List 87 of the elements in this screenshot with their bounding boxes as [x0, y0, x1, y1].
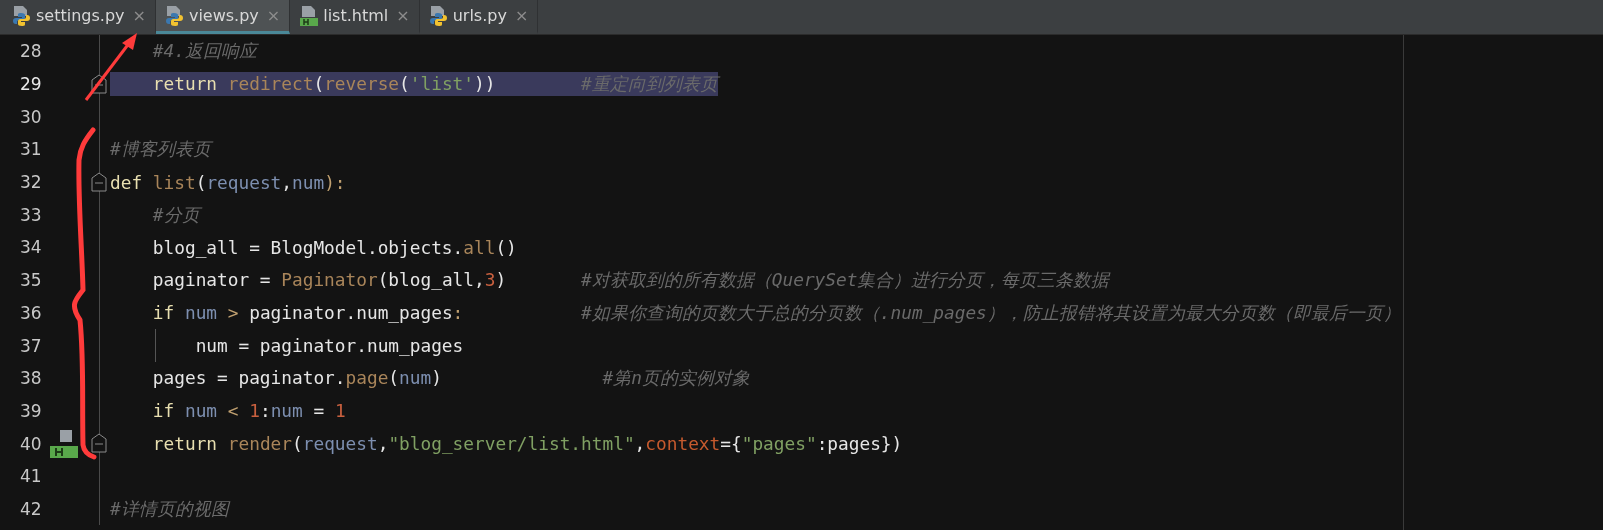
- function-name: redirect: [227, 73, 314, 95]
- annotation-arrow: [84, 33, 137, 101]
- file-tab[interactable]: urls.py ×: [419, 0, 539, 34]
- code-text: blog_all = BlogModel.objects.: [151, 236, 464, 258]
- keyword: if: [151, 400, 176, 422]
- number-literal: 3: [484, 269, 496, 291]
- code-text: ,: [634, 433, 646, 455]
- line-number: 42: [19, 498, 43, 519]
- line-number: 34: [19, 237, 43, 258]
- python-file-icon: [428, 4, 449, 27]
- operator: ):: [324, 171, 346, 193]
- line-number: 33: [19, 204, 43, 225]
- code-text: ,: [377, 433, 389, 455]
- code-text: ): [495, 269, 507, 291]
- parameter: num: [399, 367, 432, 389]
- line-number: 31: [19, 139, 43, 160]
- code-text: num = paginator.num_pages: [194, 335, 464, 357]
- code-comment: #对获取到的所有数据（QuerySet集合）进行分页，每页三条数据: [580, 269, 1110, 291]
- close-icon[interactable]: ×: [514, 6, 529, 25]
- function-name: reverse: [324, 73, 400, 95]
- function-name: all: [463, 236, 496, 258]
- fold-marker-icon[interactable]: [91, 433, 107, 454]
- code-text: (blog_all,: [377, 269, 485, 291]
- line-number: 36: [19, 302, 43, 323]
- line-number: 28: [19, 41, 43, 62]
- function-name: Paginator: [281, 269, 378, 291]
- parameter: request: [206, 171, 282, 193]
- code-comment: #第n页的实例对象: [601, 367, 750, 389]
- code-text: ): [431, 367, 442, 389]
- keyword: if: [151, 301, 176, 323]
- number-literal: 1: [334, 400, 346, 422]
- code-text: (: [313, 73, 325, 95]
- close-icon[interactable]: ×: [132, 6, 146, 25]
- keyword-argument: context: [645, 433, 721, 455]
- parameter: request: [302, 433, 378, 455]
- line-number: 40: [19, 433, 43, 454]
- code-text: :: [259, 400, 271, 422]
- line-number: 41: [19, 466, 43, 487]
- keyword: def: [110, 171, 144, 193]
- line-number: 30: [19, 106, 43, 127]
- string-literal: "pages": [741, 433, 817, 455]
- code-text: :pages}): [816, 433, 903, 455]
- html-file-icon: [299, 4, 320, 27]
- html-file-icon[interactable]: [48, 428, 78, 459]
- line-number: 29: [19, 74, 43, 95]
- operator: >: [226, 301, 240, 323]
- line-number: 38: [19, 368, 43, 389]
- code-text: pages = paginator.: [151, 367, 346, 389]
- number-literal: 1: [249, 400, 260, 422]
- code-comment: #详情页的视图: [110, 497, 229, 519]
- fold-marker-icon[interactable]: [91, 171, 107, 192]
- function-name: list: [152, 171, 196, 193]
- file-tab[interactable]: settings.py ×: [3, 0, 156, 34]
- keyword: return: [151, 73, 219, 95]
- file-tab[interactable]: views.py ×: [155, 0, 291, 34]
- code-text: paginator =: [151, 269, 272, 291]
- code-text: ,: [281, 171, 293, 193]
- line-number: 37: [19, 335, 43, 356]
- line-number: 32: [19, 172, 43, 193]
- python-file-icon: [164, 4, 185, 27]
- close-icon[interactable]: ×: [396, 6, 410, 25]
- operator: <: [226, 400, 240, 422]
- file-tab[interactable]: list.html ×: [290, 0, 420, 34]
- code-text: =: [312, 400, 326, 422]
- code-text: (: [399, 73, 410, 95]
- code-text: (: [292, 433, 303, 455]
- parameter: num: [184, 301, 218, 323]
- parameter: num: [270, 400, 303, 422]
- string-literal: "blog_server/list.html": [388, 433, 635, 455]
- line-number: 35: [19, 270, 43, 291]
- string-literal: 'list': [409, 73, 475, 95]
- function-name: page: [345, 367, 389, 389]
- code-comment: #4.返回响应: [151, 40, 257, 62]
- code-text: )): [474, 73, 496, 95]
- code-comment: #如果你查询的页数大于总的分页数（.num_pages），防止报错将其设置为最大分页数（即最后一页）: [580, 301, 1401, 323]
- operator: :: [452, 301, 464, 323]
- code-text: ={: [720, 433, 742, 455]
- python-file-icon: [12, 4, 32, 27]
- code-text: (): [495, 236, 517, 258]
- parameter: num: [292, 171, 325, 193]
- function-name: render: [227, 433, 292, 455]
- line-number: 39: [19, 400, 43, 421]
- code-text: (: [388, 367, 400, 389]
- parameter: num: [184, 400, 218, 422]
- keyword: return: [151, 433, 219, 455]
- code-text: (: [195, 171, 207, 193]
- code-text: paginator.num_pages: [249, 301, 453, 323]
